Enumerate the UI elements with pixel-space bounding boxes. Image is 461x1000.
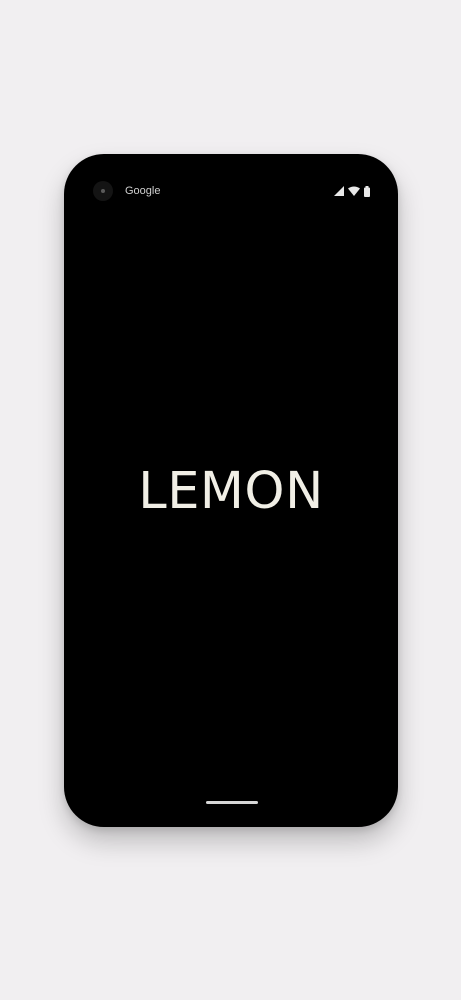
camera-lens	[101, 189, 105, 193]
signal-icon	[334, 186, 344, 196]
status-icons	[334, 185, 370, 197]
camera-icon	[93, 181, 113, 201]
status-bar: Google	[64, 154, 398, 228]
home-indicator[interactable]	[206, 801, 258, 804]
wifi-icon	[348, 186, 360, 196]
battery-icon	[364, 185, 370, 197]
app-title: LEMON	[138, 462, 324, 521]
phone-frame: Google LEMON	[64, 154, 398, 827]
carrier-label: Google	[125, 185, 161, 197]
